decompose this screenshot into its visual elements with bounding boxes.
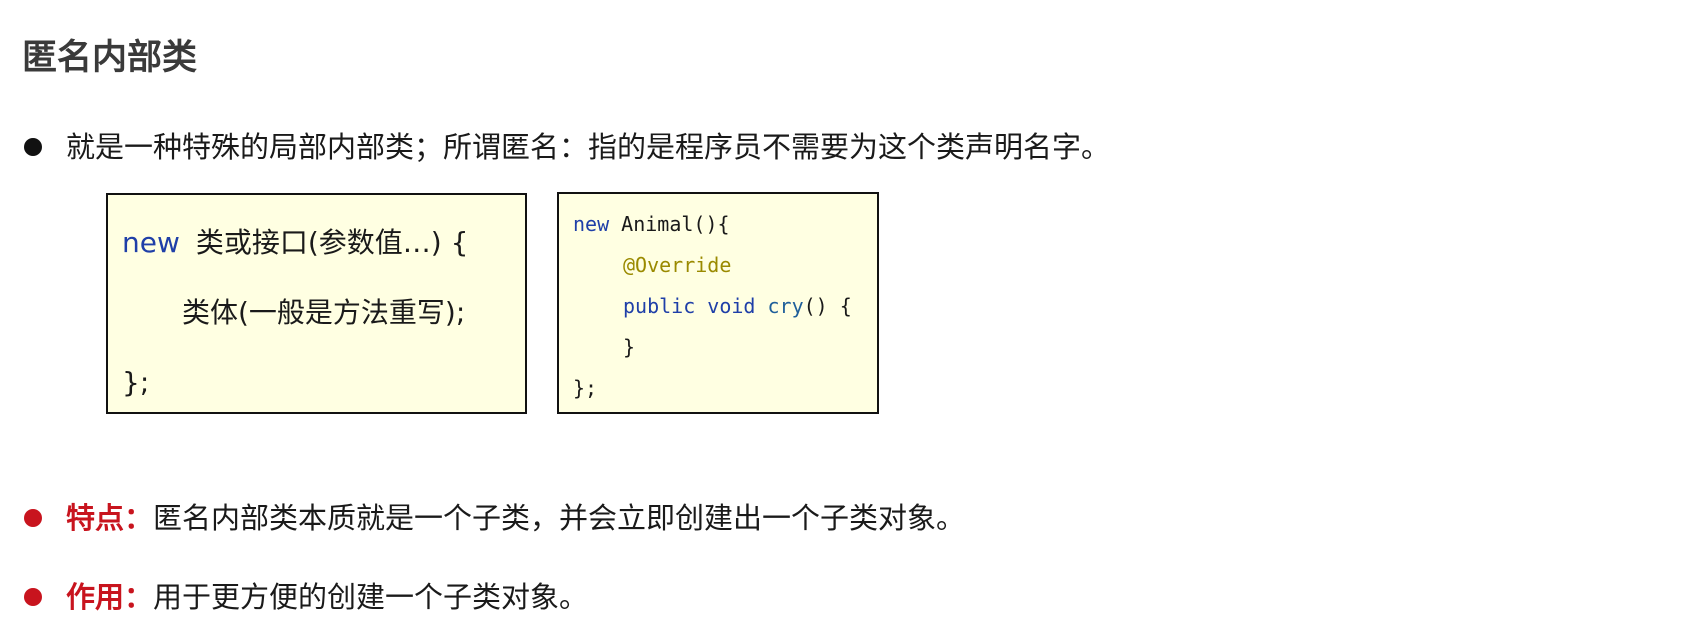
bullet-dot-icon [24,588,42,606]
code-example-box: new Animal(){ @Override public void cry(… [557,192,879,414]
syntax-line-1: new 类或接口(参数值…) { [122,225,468,261]
code-method-name: cry [767,294,804,318]
code-keyword-new: new [573,212,610,236]
syntax-line-2: 类体(一般是方法重写); [182,296,466,329]
code-line-4: } [623,335,636,359]
code-line-5: }; [573,376,598,400]
syntax-keyword-new: new [122,226,180,259]
bullet-feature: 特点： 匿名内部类本质就是一个子类，并会立即创建出一个子类对象。 [22,498,965,538]
code-line-3: public void cry() { [623,292,852,320]
code-annotation-override: @Override [623,253,732,277]
bullet-label: 特点： [66,501,154,535]
code-line-3-rest: () { [803,294,852,318]
syntax-box: new 类或接口(参数值…) { 类体(一般是方法重写); }; [106,193,527,414]
bullet-purpose: 作用： 用于更方便的创建一个子类对象。 [22,577,588,617]
bullet-text: 就是一种特殊的局部内部类；所谓匿名：指的是程序员不需要为这个类声明名字。 [66,130,1111,164]
bullet-dot-icon [24,138,42,156]
bullet-dot-icon [24,509,42,527]
page-title: 匿名内部类 [22,38,198,78]
code-keyword-public-void: public void [623,294,756,318]
bullet-text: 匿名内部类本质就是一个子类，并会立即创建出一个子类对象。 [153,501,966,535]
bullet-text: 用于更方便的创建一个子类对象。 [153,580,589,614]
bullet-label: 作用： [66,580,154,614]
code-line-1: new Animal(){ [573,210,730,238]
bullet-definition: 就是一种特殊的局部内部类；所谓匿名：指的是程序员不需要为这个类声明名字。 [22,127,1110,167]
code-line-1-rest: Animal(){ [609,212,730,236]
syntax-line-3: }; [122,366,150,399]
syntax-line-1-text: 类或接口(参数值…) { [195,226,469,259]
